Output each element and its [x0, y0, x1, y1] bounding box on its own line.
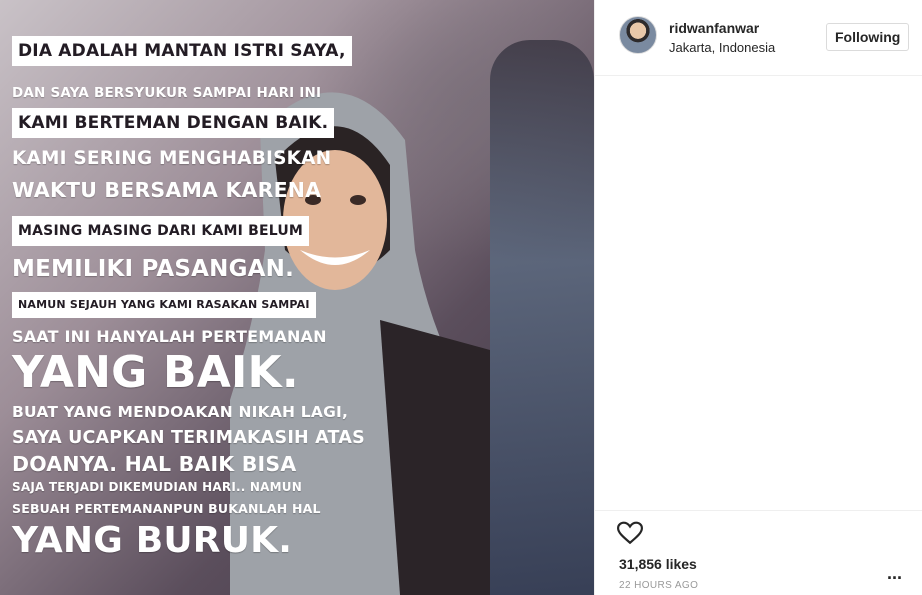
quote-line: DOANYA. HAL BAIK BISA [12, 452, 297, 476]
quote-line: DIA ADALAH MANTAN ISTRI SAYA, [12, 36, 352, 66]
post-side-panel: ridwanfanwar Jakarta, Indonesia Followin… [594, 0, 922, 595]
quote-line: MASING MASING DARI KAMI BELUM [12, 216, 310, 246]
avatar[interactable] [619, 16, 657, 54]
quote-overlay: DIA ADALAH MANTAN ISTRI SAYA, DAN SAYA B… [0, 0, 594, 595]
quote-line: WAKTU BERSAMA KARENA [12, 178, 322, 202]
quote-line: SAJA TERJADI DIKEMUDIAN HARI.. NAMUN [12, 480, 302, 494]
more-options-icon[interactable]: ... [887, 563, 902, 584]
quote-line: KAMI BERTEMAN DENGAN BAIK. [12, 108, 335, 138]
quote-line: YANG BURUK. [12, 520, 293, 561]
location-link[interactable]: Jakarta, Indonesia [669, 40, 775, 55]
likes-count[interactable]: 31,856 likes [619, 556, 697, 572]
following-button[interactable]: Following [826, 23, 910, 51]
actions-divider [595, 510, 922, 511]
heart-outline-icon[interactable] [617, 520, 643, 546]
quote-line: KAMI SERING MENGHABISKAN [12, 148, 332, 169]
quote-line: BUAT YANG MENDOAKAN NIKAH LAGI, [12, 403, 349, 421]
quote-line: NAMUN SEJAUH YANG KAMI RASAKAN SAMPAI [12, 292, 316, 318]
quote-line: YANG BAIK. [12, 347, 299, 398]
timestamp[interactable]: 22 HOURS AGO [619, 580, 698, 591]
quote-line: MEMILIKI PASANGAN. [12, 256, 295, 282]
username-link[interactable]: ridwanfanwar [669, 20, 759, 36]
post-header: ridwanfanwar Jakarta, Indonesia Followin… [595, 0, 922, 76]
quote-line: SAYA UCAPKAN TERIMAKASIH ATAS [12, 428, 365, 448]
quote-line: DAN SAYA BERSYUKUR SAMPAI HARI INI [12, 85, 322, 101]
